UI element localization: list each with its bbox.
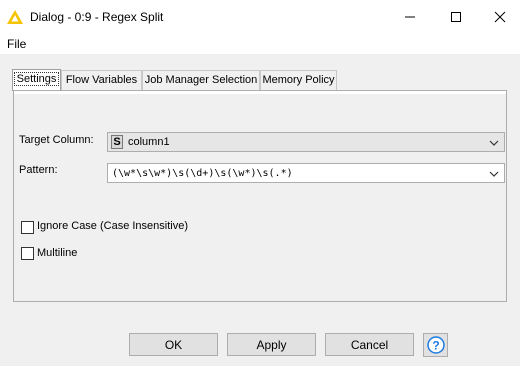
ignore-case-checkbox[interactable] (21, 221, 34, 234)
maximize-icon (451, 12, 461, 22)
chevron-down-icon (489, 140, 499, 146)
tab-settings[interactable]: Settings (12, 69, 61, 91)
cancel-button[interactable]: Cancel (325, 333, 414, 356)
tab-flow-variables[interactable]: Flow Variables (61, 70, 142, 90)
title-bar: Dialog - 0:9 - Regex Split (0, 0, 520, 34)
minimize-icon (405, 16, 415, 18)
multiline-checkbox[interactable] (21, 247, 34, 260)
multiline-label: Multiline (37, 247, 78, 259)
pattern-label: Pattern: (19, 164, 58, 176)
close-button[interactable] (478, 0, 520, 34)
pattern-input[interactable]: (\w*\s\w*)\s(\d+)\s(\w*)\s(.*) (107, 163, 505, 183)
help-icon: ? (426, 336, 445, 354)
tab-job-manager-selection[interactable]: Job Manager Selection (142, 70, 260, 90)
panel-top-strip (14, 91, 506, 94)
menu-file[interactable]: File (7, 37, 26, 51)
string-type-badge: S (111, 135, 123, 149)
settings-panel: Target Column: S column1 Pattern: (\w*\s… (13, 90, 507, 302)
close-icon (494, 11, 506, 23)
svg-text:?: ? (432, 339, 439, 353)
apply-button[interactable]: Apply (227, 333, 316, 356)
knime-triangle-icon (7, 10, 23, 24)
ignore-case-label: Ignore Case (Case Insensitive) (37, 220, 189, 232)
window-title: Dialog - 0:9 - Regex Split (30, 10, 164, 24)
target-column-label: Target Column: (19, 134, 94, 146)
pattern-value: (\w*\s\w*)\s(\d+)\s(\w*)\s(.*) (112, 168, 293, 179)
chevron-down-icon (489, 171, 499, 177)
target-column-select[interactable]: S column1 (107, 132, 505, 152)
ok-button[interactable]: OK (129, 333, 218, 356)
target-column-value: column1 (128, 136, 170, 148)
tab-memory-policy[interactable]: Memory Policy (260, 70, 337, 90)
help-button[interactable]: ? (423, 333, 448, 357)
minimize-button[interactable] (388, 0, 432, 34)
menu-bar: File (0, 34, 520, 54)
maximize-button[interactable] (434, 0, 478, 34)
